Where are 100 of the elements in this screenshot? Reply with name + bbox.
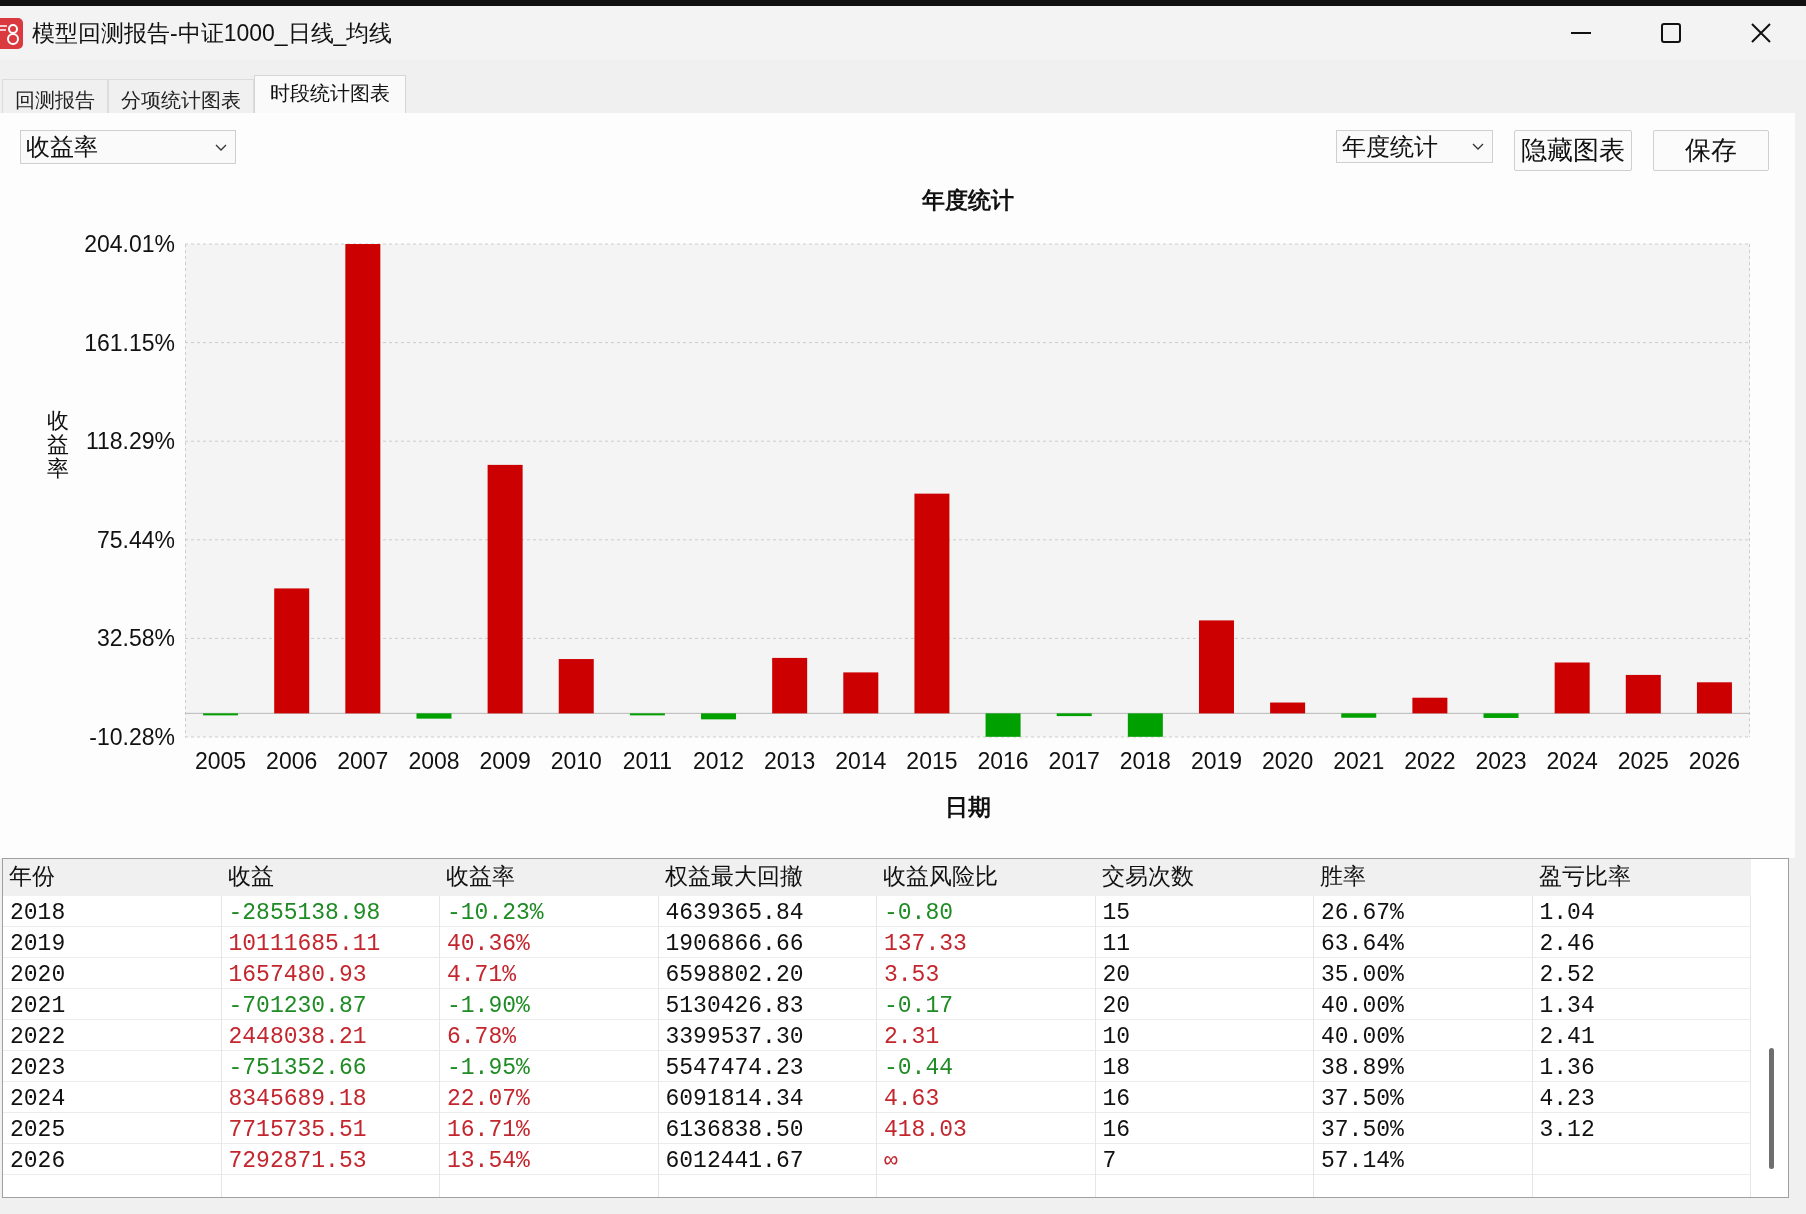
table-cell-text: 1.34 (1539, 992, 1595, 1021)
table-cell-text: -0.17 (884, 992, 953, 1021)
table-cell-text: -2855138.98 (228, 899, 381, 928)
x-tick-label: 2014 (835, 748, 887, 774)
table-cell-text: 2018 (10, 899, 66, 928)
y-tick-label: 75.44% (97, 526, 175, 553)
table-cell-text: 20 (1102, 992, 1131, 1021)
table-cell-text: 2.52 (1539, 961, 1595, 990)
table-cell-text: 5130426.83 (665, 992, 804, 1021)
period-dropdown[interactable]: 年度统计 (1336, 130, 1493, 163)
x-tick-label: 2021 (1333, 748, 1385, 774)
table-cell-text: 13.54% (447, 1147, 530, 1176)
minimize-icon (1571, 32, 1591, 34)
table-cell-text: 2023 (10, 1054, 66, 1083)
table-cell-text: 6012441.67 (665, 1147, 804, 1176)
tab[interactable]: 回测报告 (2, 79, 108, 113)
x-tick-label: 2015 (906, 748, 958, 774)
table-cell-text: 37.50% (1321, 1116, 1404, 1145)
column-header: 收益 (227, 863, 274, 892)
chevron-down-icon (215, 143, 227, 151)
table-cell-text: 2020 (10, 961, 66, 990)
column-header: 盈亏比率 (1538, 863, 1631, 892)
table-cell-text: 10 (1102, 1023, 1131, 1052)
table-cell-text: 35.00% (1321, 961, 1404, 990)
table-cell-text: 20 (1102, 961, 1131, 990)
tab[interactable]: 时段统计图表 (254, 75, 406, 113)
table-cell-text: 1.04 (1539, 899, 1595, 928)
table-cell-text: 3399537.30 (665, 1023, 804, 1052)
table-cell-text: 4.71% (447, 961, 516, 990)
table-cell-text: 137.33 (884, 930, 967, 959)
table-cell-text: 2.31 (884, 1023, 940, 1052)
table-cell-text: 6.78% (447, 1023, 516, 1052)
metric-dropdown[interactable]: 收益率 (20, 130, 236, 164)
y-tick-label: 204.01% (84, 231, 175, 257)
y-tick-label: -10.28% (89, 724, 175, 750)
table-cell-text: 57.14% (1321, 1147, 1404, 1176)
column-header: 收益率 (446, 863, 515, 892)
table-cell-text: 4.23 (1539, 1085, 1595, 1114)
maximize-icon (1661, 23, 1681, 43)
table-cell-text: 2448038.21 (228, 1023, 367, 1052)
x-tick-label: 2022 (1404, 748, 1456, 774)
x-tick-label: 2012 (692, 748, 745, 774)
toolbar-button[interactable]: 隐藏图表 (1514, 130, 1632, 171)
x-tick-label: 2007 (337, 748, 389, 774)
x-tick-label: 2006 (266, 748, 318, 774)
scrollbar-thumb[interactable] (1769, 1048, 1774, 1169)
y-axis-title: 收益率 (47, 409, 69, 482)
x-tick-label: 2010 (550, 748, 602, 774)
x-tick-label: 2016 (977, 748, 1029, 774)
table-cell-text: 26.67% (1321, 899, 1404, 928)
tab[interactable]: 分项统计图表 (108, 79, 254, 113)
table-cell-text: 22.07% (447, 1085, 530, 1114)
table-cell-text: -751352.66 (228, 1054, 367, 1083)
x-tick-label: 2025 (1617, 748, 1669, 774)
table-cell-text: 4.63 (884, 1085, 940, 1114)
table-cell-text: -1.95% (447, 1054, 530, 1083)
x-tick-label: 2005 (195, 748, 247, 774)
table-cell-text: 2025 (10, 1116, 66, 1145)
column-header: 收益风险比 (883, 863, 998, 892)
column-header: 交易次数 (1101, 863, 1194, 892)
table-cell-text: ∞ (884, 1147, 898, 1176)
table-cell-text: 6598802.20 (665, 961, 804, 990)
x-tick-label: 2013 (764, 748, 816, 774)
x-tick-label: 2023 (1475, 748, 1527, 774)
table-cell-text: 3.12 (1539, 1116, 1595, 1145)
column-header: 年份 (9, 863, 55, 892)
table-cell-text: 8345689.18 (228, 1085, 367, 1114)
table-cell-text: -701230.87 (228, 992, 367, 1021)
table-cell-text: 1906866.66 (665, 930, 804, 959)
table-cell-text: 5547474.23 (665, 1054, 804, 1083)
x-tick-label: 2018 (1119, 748, 1171, 774)
table-cell-text: -10.23% (447, 899, 544, 928)
table-cell-text: 18 (1102, 1054, 1131, 1083)
table-cell-text: 40.00% (1321, 1023, 1404, 1052)
table-cell-text: 2.41 (1539, 1023, 1595, 1052)
x-tick-label: 2026 (1688, 748, 1740, 774)
table-cell-text: -0.80 (884, 899, 953, 928)
table-cell-text: -0.44 (884, 1054, 953, 1083)
table-cell-text: 38.89% (1321, 1054, 1404, 1083)
chart-title: 年度统计 (921, 186, 1014, 215)
x-axis-title: 日期 (944, 793, 991, 822)
x-tick-label: 2019 (1190, 748, 1243, 774)
x-tick-label: 2011 (622, 748, 673, 774)
table-cell-text: 10111685.11 (228, 930, 381, 959)
table-cell-text: 3.53 (884, 961, 940, 990)
table-cell-text: 2019 (10, 930, 66, 959)
y-tick-label: 32.58% (97, 625, 175, 652)
table-cell-text: 63.64% (1321, 930, 1404, 959)
table-cell-text: 15 (1102, 899, 1131, 928)
table-cell-text: 2024 (10, 1085, 66, 1114)
table-cell-text: 7292871.53 (228, 1147, 367, 1176)
table-cell-text: -1.90% (447, 992, 530, 1021)
toolbar-button[interactable]: 保存 (1653, 130, 1769, 171)
x-tick-label: 2024 (1546, 748, 1598, 774)
table-cell-text: 2026 (10, 1147, 66, 1176)
y-tick-label: 118.29% (85, 428, 175, 455)
y-tick-label: 161.15% (84, 329, 175, 356)
x-tick-label: 2017 (1048, 748, 1100, 774)
table-cell-text: 40.36% (447, 930, 530, 959)
window-title: 模型回测报告-中证1000_日线_均线 (32, 18, 393, 48)
